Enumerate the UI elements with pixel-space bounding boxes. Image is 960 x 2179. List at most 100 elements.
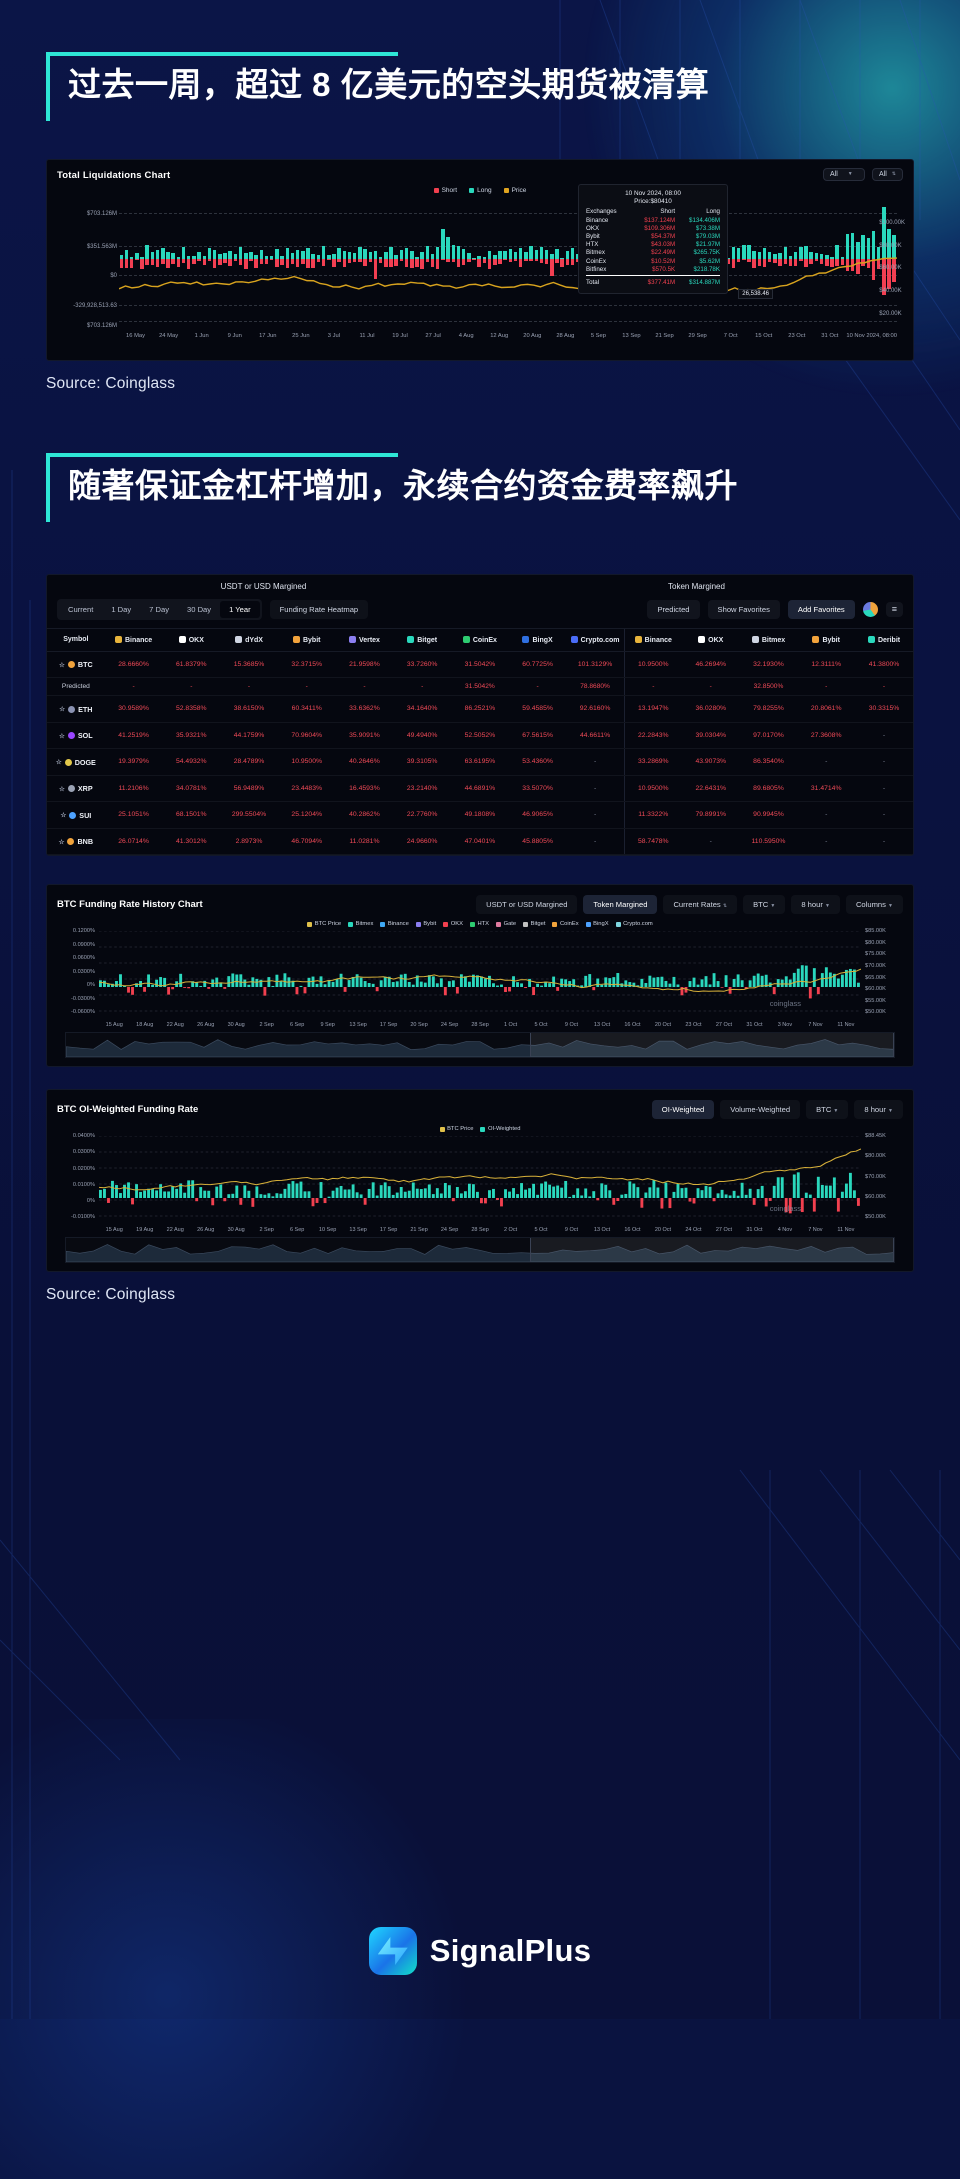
table-row[interactable]: ☆ BTC 28.6660% 61.8379% 15.3685% 32.3715% 21.9… [47, 651, 913, 679]
column-header-bitget[interactable]: Bitget [393, 627, 452, 652]
column-header-deribit[interactable]: Deribit [855, 627, 913, 652]
rate-cell: 90.9945% [739, 801, 798, 829]
rate-cell: 21.9598% [335, 651, 394, 679]
oi-series [98, 1135, 862, 1217]
row-symbol: ☆ XRP [47, 775, 105, 803]
btn-interval-select[interactable]: 8 hour ▼ [791, 895, 840, 915]
section-funding: 随著保证金杠杆增加，永续合约资金费率飙升 USDT or USD Margine… [0, 393, 960, 1304]
y-tick: -0.0100% [71, 1214, 95, 1221]
rate-cell: 13.1947% [623, 695, 682, 723]
rate-cell: - [855, 828, 913, 856]
tab-30day[interactable]: 30 Day [178, 601, 220, 618]
rate-cell: 22.6431% [681, 775, 740, 803]
column-header-symbol[interactable]: Symbol [47, 627, 105, 652]
rate-cell: 41.3012% [162, 828, 221, 856]
column-header-crypto-com[interactable]: Crypto.com [566, 627, 625, 652]
chevron-down-icon: ▼ [825, 903, 830, 910]
x-tick: 3 Jul [327, 332, 341, 339]
x-tick: 27 Oct [715, 1022, 733, 1029]
funding-x-axis: 15 Aug 18 Aug 22 Aug 26 Aug 30 Aug 2 Sep 6 Sep… [99, 1022, 861, 1028]
row-symbol: ☆ BTC [47, 651, 105, 679]
source-caption-1: Source: Coinglass [46, 374, 176, 392]
y-tick: $80.00K [865, 1153, 886, 1160]
column-header-bybit[interactable]: Bybit [797, 627, 856, 652]
period-tabs[interactable]: Current 1 Day 7 Day 30 Day 1 Year [57, 598, 262, 620]
tab-7day[interactable]: 7 Day [140, 601, 178, 618]
rate-cell: 10.9500% [623, 651, 682, 679]
column-header-okx[interactable]: OKX [162, 627, 221, 652]
table-row[interactable]: ☆ XRP 11.2106% 34.0781% 56.9489% 23.4483% 16.4… [47, 775, 913, 803]
x-tick: 10 Nov 2024, 08:00 [846, 332, 897, 339]
exchange-select[interactable]: All ▼ [823, 167, 866, 181]
x-tick: 6 Sep [289, 1022, 305, 1029]
x-tick: 5 Oct [534, 1227, 548, 1234]
x-tick: 16 May [126, 332, 146, 339]
x-tick: 28 Sep [471, 1227, 489, 1234]
table-row[interactable]: ☆ SOL 41.2519% 35.9321% 44.1759% 70.9604% 35.9… [47, 722, 913, 750]
column-header-bitmex[interactable]: Bitmex [739, 627, 798, 652]
x-tick: 24 Sep [440, 1022, 459, 1029]
btn-oi-interval[interactable]: 8 hour ▼ [854, 1100, 903, 1120]
tab-1day[interactable]: 1 Day [102, 601, 140, 618]
btn-token-margined[interactable]: Token Margined [583, 895, 658, 915]
group-header-usdt: USDT or USD Margined [220, 582, 307, 592]
add-favorites-button[interactable]: Add Favorites [787, 599, 855, 619]
btn-volume-weighted[interactable]: Volume-Weighted [720, 1100, 801, 1120]
coin-palette-icon[interactable] [862, 601, 878, 617]
legend-item: Gate [496, 921, 516, 927]
table-row[interactable]: Predicted - - - - - -31.5042% -78.8680% - -32.850… [47, 677, 913, 697]
legend-item: OKX [443, 921, 463, 927]
rate-cell: 2.8973% [220, 828, 278, 856]
predicted-button[interactable]: Predicted [647, 599, 700, 619]
tooltip-price: Price:$80410 [634, 197, 672, 205]
column-header-bingx[interactable]: BingX [508, 627, 567, 652]
range-select[interactable]: All ⇅ [872, 167, 903, 181]
rate-cell: 11.0281% [335, 828, 394, 856]
column-header-vertex[interactable]: Vertex [335, 627, 394, 652]
x-tick: 22 Aug [166, 1227, 184, 1234]
rate-cell: 52.8358% [162, 695, 221, 723]
liquidations-screenshot: Total Liquidations Chart All ▼ All ⇅ Sho… [46, 158, 914, 361]
tab-1year[interactable]: 1 Year [220, 600, 260, 618]
btn-oi-weighted[interactable]: OI-Weighted [651, 1100, 715, 1120]
rate-cell: 10.9500% [277, 748, 336, 776]
funding-rate-heatmap-button[interactable]: Funding Rate Heatmap [269, 599, 369, 619]
chevron-updown-icon: ⇅ [722, 903, 728, 910]
show-favorites-button[interactable]: Show Favorites [707, 599, 780, 619]
tooltip-table: Exchanges Short Long Binance $137.124M $13… [586, 208, 720, 287]
rate-cell: 79.8991% [681, 801, 740, 829]
column-header-binance[interactable]: Binance [623, 627, 682, 652]
table-row[interactable]: ☆ DOGE 19.3979% 54.4932% 28.4789% 10.9500% 40.… [47, 748, 913, 776]
table-row[interactable]: ☆ BNB 26.0714% 41.3012% 2.8973% 46.7094% 11.02… [47, 828, 913, 856]
table-row[interactable]: ☆ SUI 25.1051% 68.1501% 299.5504% 25.1204% 40.… [47, 801, 913, 829]
rate-cell: 79.8255% [739, 695, 798, 723]
tooltip-row: OKX $109.306M $73.38M [586, 224, 720, 232]
rate-cell: - [335, 677, 394, 697]
rate-cell: - [162, 677, 221, 697]
oi-chart-minimap[interactable] [65, 1237, 895, 1264]
btn-symbol-select[interactable]: BTC ▼ [743, 895, 786, 915]
btn-current-rates[interactable]: Current Rates ⇅ [663, 895, 738, 915]
column-header-dydx[interactable]: dYdX [220, 627, 278, 652]
x-tick: 31 Oct [821, 332, 839, 339]
funding-chart-minimap[interactable] [65, 1032, 895, 1059]
x-tick: 1 Oct [503, 1022, 518, 1029]
tab-current[interactable]: Current [59, 601, 102, 618]
column-header-bybit[interactable]: Bybit [277, 627, 336, 652]
y-tick: $60.00K [865, 1193, 886, 1200]
column-header-coinex[interactable]: CoinEx [451, 627, 509, 652]
rate-cell: 30.9589% [104, 695, 163, 723]
btn-oi-symbol[interactable]: BTC ▼ [806, 1100, 849, 1120]
table-row[interactable]: ☆ ETH 30.9589% 52.8358% 38.6150% 60.3411% 33.6… [47, 695, 913, 723]
rate-cell: 40.2646% [335, 748, 394, 776]
column-header-okx[interactable]: OKX [681, 627, 740, 652]
list-menu-icon[interactable]: ≡ [885, 601, 903, 617]
rate-cell: 41.3800% [855, 651, 913, 679]
btn-columns[interactable]: Columns ▼ [845, 895, 903, 915]
y-tick: -0.0600% [71, 1009, 95, 1016]
x-tick: 18 Aug [136, 1022, 154, 1029]
btn-usdt-margined[interactable]: USDT or USD Margined [476, 895, 578, 915]
btc-oi-weighted-screenshot: BTC OI-Weighted Funding Rate OI-Weighted… [46, 1089, 914, 1273]
plot-area [119, 197, 897, 322]
column-header-binance[interactable]: Binance [104, 627, 163, 652]
